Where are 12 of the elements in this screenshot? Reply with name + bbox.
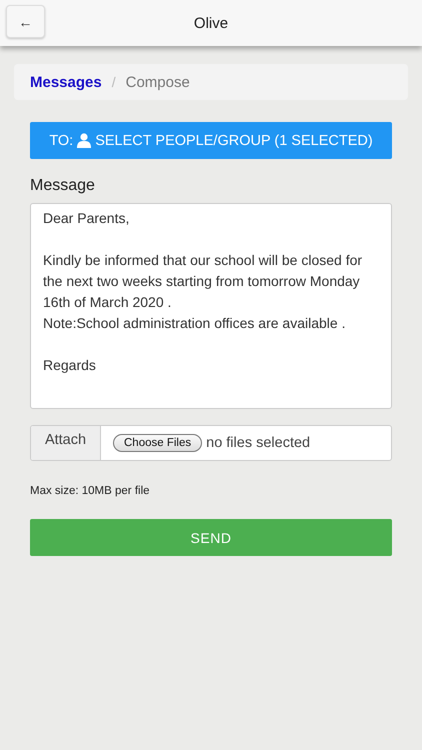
- message-label: Message: [30, 177, 96, 195]
- attach-label: Attach: [31, 426, 101, 460]
- header-title: Olive: [194, 14, 228, 32]
- file-status: no files selected: [206, 435, 310, 451]
- person-icon: [77, 133, 92, 148]
- max-size-note: Max size: 10MB per file: [30, 485, 151, 497]
- breadcrumb-separator: /: [112, 74, 116, 90]
- choose-files-button[interactable]: Choose Files: [113, 434, 202, 452]
- back-button[interactable]: ←: [6, 5, 45, 38]
- message-field[interactable]: Dear Parents, Kindly be informed that our school will be closed for the next two weeks starting from tomorrow Monday 16th of March 2020 . Note:School administration offices are available . Regards: [30, 203, 392, 409]
- breadcrumb-link[interactable]: Messages: [30, 74, 102, 90]
- breadcrumb-current: Compose: [126, 74, 190, 90]
